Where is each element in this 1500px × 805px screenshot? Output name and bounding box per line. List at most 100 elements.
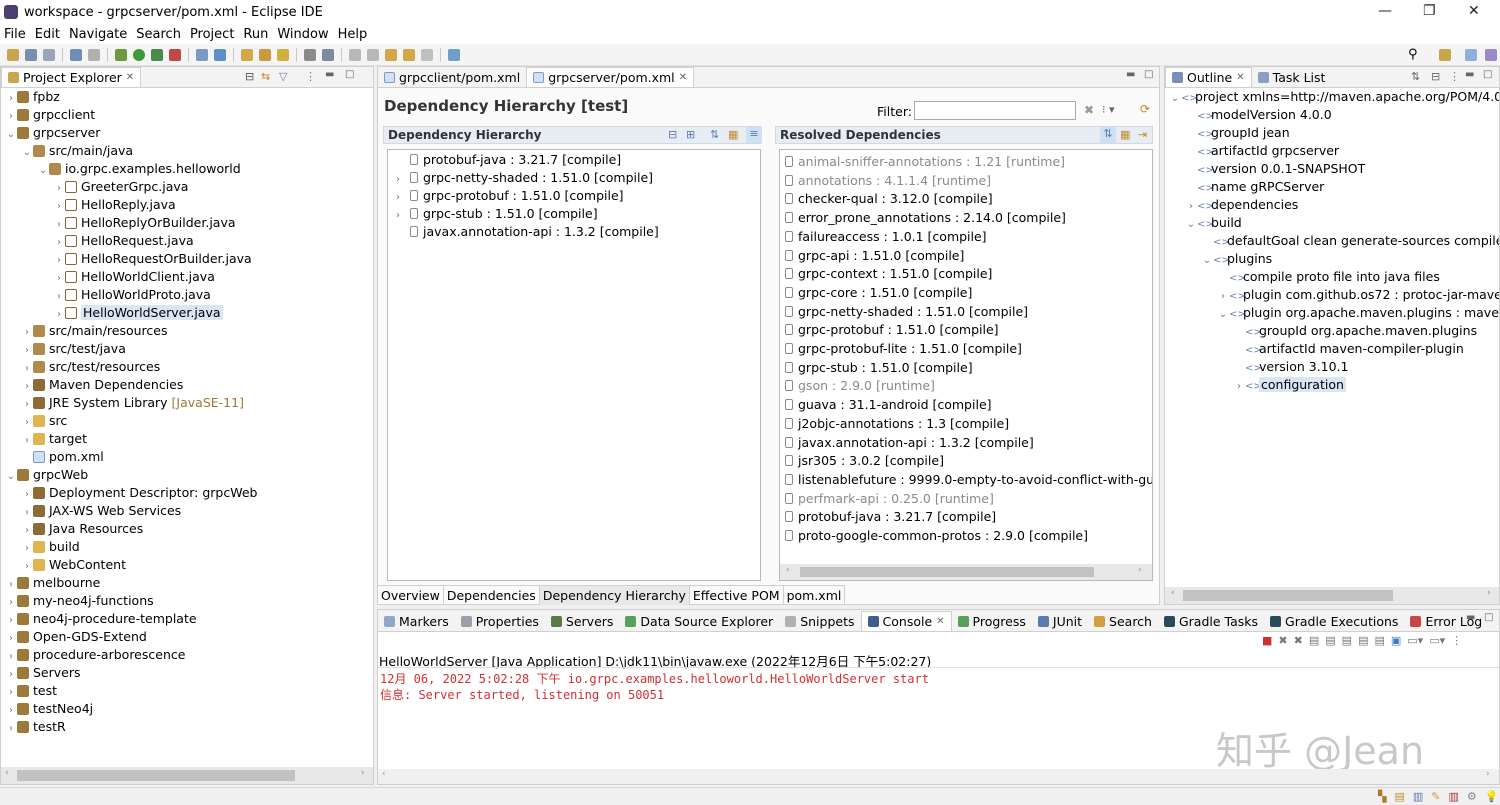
menu-help[interactable]: Help (338, 27, 368, 42)
tab-outline[interactable]: Outline ✕ (1165, 67, 1252, 87)
minimize-icon[interactable]: — (1378, 3, 1392, 19)
remove-all-icon[interactable]: ✖ (1294, 634, 1303, 650)
resolved-dependency-item[interactable]: gson : 2.9.0 [runtime] (785, 377, 935, 395)
view-menu-icon[interactable]: ⋮ (1451, 634, 1462, 650)
tab-console[interactable]: Console ✕ (860, 611, 952, 631)
filter-input[interactable] (914, 101, 1076, 120)
dependency-item[interactable]: › grpc-protobuf : 1.51.0 [compile] (388, 187, 624, 205)
tree-item[interactable]: › testR (1, 718, 66, 736)
java-ee-perspective-icon[interactable] (1465, 49, 1477, 61)
horizontal-scrollbar[interactable]: ‹ › (1, 767, 373, 784)
resolved-dependency-item[interactable]: grpc-api : 1.51.0 [compile] (785, 247, 964, 265)
tree-item[interactable]: › JAX-WS Web Services (1, 502, 181, 520)
filter-options-icon[interactable]: ⁝ ▾ (1102, 103, 1115, 116)
tree-item[interactable]: ⌄ grpcserver (1, 124, 101, 142)
menu-file[interactable]: File (4, 27, 26, 42)
tab-grpcserver-pom[interactable]: grpcserver/pom.xml ✕ (526, 67, 695, 87)
tree-item[interactable]: › src/test/resources (1, 358, 160, 376)
tab-grpcclient-pom[interactable]: grpcclient/pom.xml (378, 67, 526, 87)
tab-effective-pom[interactable]: Effective POM (690, 586, 784, 605)
outline-item[interactable]: <>artifactId maven-compiler-plugin (1165, 340, 1464, 358)
dependency-item[interactable]: javax.annotation-api : 1.3.2 [compile] (388, 223, 659, 241)
clear-console-icon[interactable]: ▤ (1309, 634, 1319, 650)
menu-search[interactable]: Search (136, 27, 181, 42)
minimize-icon[interactable]: ▬ (1466, 612, 1475, 623)
menu-run[interactable]: Run (243, 27, 268, 42)
tree-item[interactable]: › melbourne (1, 574, 100, 592)
outline-item[interactable]: <>version 0.0.1-SNAPSHOT (1165, 160, 1365, 178)
outline-item[interactable]: ⌄ <>plugin org.apache.maven.plugins : mav… (1165, 304, 1499, 322)
tree-item[interactable]: › testNeo4j (1, 700, 93, 718)
skip-breakpoints-icon[interactable] (88, 48, 100, 61)
tree-item[interactable]: › fpbz (1, 88, 60, 106)
tab-servers[interactable]: Servers (545, 611, 620, 631)
resolved-dependency-item[interactable]: annotations : 4.1.1.4 [runtime] (785, 172, 991, 190)
scrollbar-thumb[interactable] (1183, 590, 1393, 601)
expand-all-icon[interactable]: ⊞ (686, 128, 695, 141)
tree-item[interactable]: ⌄ src/main/java (1, 142, 133, 160)
outline-item[interactable]: <>version 3.10.1 (1165, 358, 1349, 376)
tree-item[interactable]: › HelloRequestOrBuilder.java (1, 250, 252, 268)
tree-item[interactable]: › HelloWorldProto.java (1, 286, 211, 304)
run-icon[interactable] (133, 48, 145, 61)
word-wrap-icon[interactable]: ▤ (1342, 634, 1352, 650)
horizontal-scrollbar[interactable]: ‹ › (780, 564, 1152, 580)
maximize-icon[interactable]: □ (1484, 612, 1493, 623)
close-icon[interactable]: ✕ (1236, 72, 1244, 83)
resolved-dependency-item[interactable]: checker-qual : 3.12.0 [compile] (785, 190, 993, 208)
tab-pom-xml[interactable]: pom.xml (784, 586, 846, 605)
open-console-icon[interactable]: ▭▾ (1429, 634, 1445, 650)
dependency-item[interactable]: › grpc-stub : 1.51.0 [compile] (388, 205, 598, 223)
sort-icon[interactable]: ⇅ (1411, 70, 1420, 83)
tree-item[interactable]: › HelloWorldClient.java (1, 268, 215, 286)
tree-item[interactable]: › build (1, 538, 80, 556)
tab-progress[interactable]: Progress (952, 611, 1032, 631)
toggle-view-icon[interactable]: ≡ (746, 127, 762, 143)
open-type-icon[interactable] (241, 48, 253, 61)
tree-item[interactable]: › src (1, 412, 67, 430)
tree-item[interactable]: › Deployment Descriptor: grpcWeb (1, 484, 257, 502)
tree-item[interactable]: › HelloWorldServer.java (1, 304, 223, 322)
dependency-item[interactable]: protobuf-java : 3.21.7 [compile] (388, 151, 621, 169)
resolved-dependency-item[interactable]: jsr305 : 3.0.2 [compile] (785, 452, 944, 470)
remove-launch-icon[interactable]: ✖ (1278, 634, 1287, 650)
tree-item[interactable]: › WebContent (1, 556, 126, 574)
new-icon[interactable] (7, 48, 19, 61)
scroll-lock-icon[interactable]: ▤ (1325, 634, 1335, 650)
maximize-icon[interactable]: □ (1483, 69, 1492, 80)
tab-gradle-tasks[interactable]: Gradle Tasks (1158, 611, 1264, 631)
save-icon[interactable] (25, 48, 37, 61)
outline-item[interactable]: ⌄ <>plugins (1165, 250, 1272, 268)
expand-icon[interactable]: › (1233, 378, 1245, 396)
close-icon[interactable]: ✕ (679, 72, 687, 83)
resolved-dependency-item[interactable]: animal-sniffer-annotations : 1.21 [runti… (785, 153, 1065, 171)
tab-error-log[interactable]: Error Log (1404, 611, 1488, 631)
tree-item[interactable]: › grpcclient (1, 106, 95, 124)
tab-markers[interactable]: Markers (378, 611, 455, 631)
sync-icon[interactable]: ▥ (1413, 790, 1423, 803)
tree-item[interactable]: › GreeterGrpc.java (1, 178, 188, 196)
terminate-icon[interactable]: ■ (1262, 634, 1272, 650)
menu-edit[interactable]: Edit (35, 27, 60, 42)
tip-icon[interactable]: 💡 (1485, 790, 1499, 803)
outline-item[interactable]: <>compile proto file into java files (1165, 268, 1440, 286)
forward-icon[interactable] (421, 48, 433, 61)
resolved-dependency-item[interactable]: grpc-protobuf : 1.51.0 [compile] (785, 321, 999, 339)
next-annotation-icon[interactable] (349, 48, 361, 61)
tree-item[interactable]: › procedure-arborescence (1, 646, 185, 664)
horizontal-scrollbar[interactable]: ‹ › (1165, 587, 1499, 604)
tasks-icon[interactable]: ▤ (1394, 790, 1404, 803)
tab-properties[interactable]: Properties (455, 611, 545, 631)
resolved-dependency-item[interactable]: error_prone_annotations : 2.14.0 [compil… (785, 209, 1066, 227)
browser-icon[interactable] (304, 48, 316, 61)
jump-icon[interactable]: ⇥ (1138, 128, 1147, 141)
resolved-dependency-item[interactable]: javax.annotation-api : 1.3.2 [compile] (785, 434, 1034, 452)
new-class-icon[interactable] (214, 48, 226, 61)
refresh-icon[interactable]: ⟳ (1140, 102, 1150, 116)
resolved-dependency-item[interactable]: j2objc-annotations : 1.3 [compile] (785, 415, 1009, 433)
tree-item[interactable]: › Java Resources (1, 520, 143, 538)
minimize-icon[interactable]: ▬ (1465, 69, 1474, 80)
resolved-dependency-item[interactable]: grpc-core : 1.51.0 [compile] (785, 284, 972, 302)
tree-item[interactable]: pom.xml (1, 448, 104, 466)
prev-annotation-icon[interactable] (367, 48, 379, 61)
